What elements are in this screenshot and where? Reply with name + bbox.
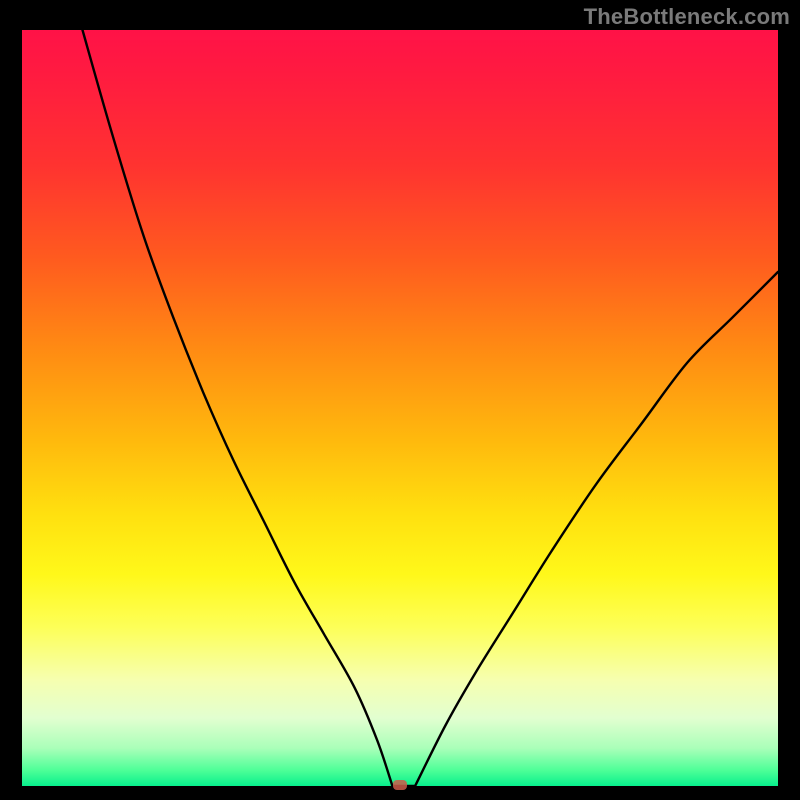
plot-area bbox=[22, 30, 778, 786]
bottleneck-curve bbox=[83, 30, 779, 786]
chart-frame: TheBottleneck.com bbox=[0, 0, 800, 800]
chart-svg bbox=[22, 30, 778, 786]
watermark-text: TheBottleneck.com bbox=[584, 4, 790, 30]
optimum-marker bbox=[393, 780, 407, 790]
